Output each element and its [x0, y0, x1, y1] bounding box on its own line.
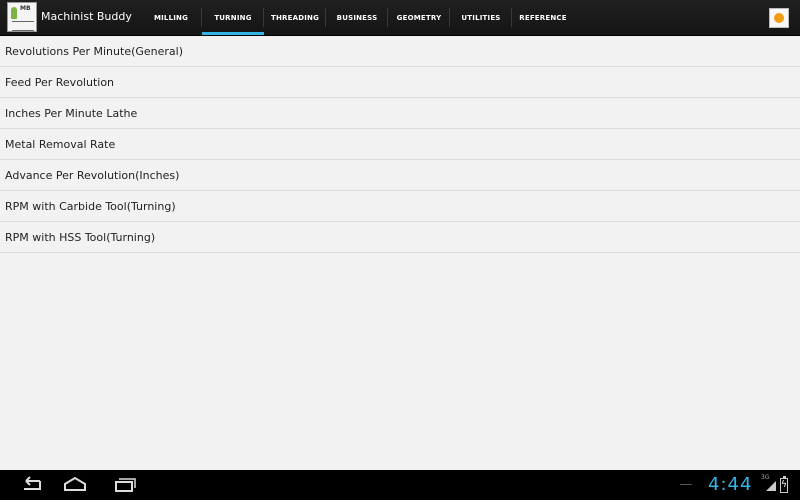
- status-divider: [680, 484, 692, 485]
- charging-bolt: ϟ: [781, 480, 787, 490]
- android-figure: [11, 7, 17, 19]
- list-item-inches-per-minute-lathe[interactable]: Inches Per Minute Lathe: [0, 98, 800, 129]
- tab-business[interactable]: BUSINESS: [326, 0, 388, 35]
- tab-threading[interactable]: THREADING: [264, 0, 326, 35]
- list-item-rpm-hss-tool[interactable]: RPM with HSS Tool(Turning): [0, 222, 800, 253]
- logo-lines: [12, 21, 34, 31]
- list-item-advance-per-revolution[interactable]: Advance Per Revolution(Inches): [0, 160, 800, 191]
- app-menu-icon-glyph: [774, 13, 784, 23]
- tab-geometry[interactable]: GEOMETRY: [388, 0, 450, 35]
- system-nav-bar: 4:44 3G ϟ: [0, 470, 800, 500]
- list-item-feed-per-revolution[interactable]: Feed Per Revolution: [0, 67, 800, 98]
- tab-label: TURNING: [214, 13, 252, 22]
- tab-milling[interactable]: MILLING: [140, 0, 202, 35]
- logo-mb-mark: MB: [20, 5, 31, 12]
- tab-label: GEOMETRY: [396, 13, 442, 22]
- recent-apps-icon[interactable]: [110, 475, 140, 495]
- tab-label: MILLING: [153, 13, 189, 22]
- signal-icon: [766, 481, 776, 491]
- list-item-rpm-general[interactable]: Revolutions Per Minute(General): [0, 36, 800, 67]
- tab-label: THREADING: [270, 13, 320, 22]
- app-title: Machinist Buddy: [41, 10, 132, 23]
- tab-label: REFERENCE: [519, 13, 567, 22]
- list-item-rpm-carbide-tool[interactable]: RPM with Carbide Tool(Turning): [0, 191, 800, 222]
- turning-calculator-list: Revolutions Per Minute(General) Feed Per…: [0, 36, 800, 253]
- machinist-buddy-logo-icon[interactable]: MB: [7, 2, 37, 32]
- list-item-metal-removal-rate[interactable]: Metal Removal Rate: [0, 129, 800, 160]
- clock: 4:44: [708, 474, 753, 495]
- tab-turning[interactable]: TURNING: [202, 0, 264, 35]
- app-menu-icon[interactable]: [769, 8, 789, 28]
- tab-label: UTILITIES: [461, 13, 501, 22]
- tab-reference[interactable]: REFERENCE: [512, 0, 574, 35]
- action-bar: MB Machinist Buddy MILLING TURNING THREA…: [0, 0, 800, 36]
- home-icon[interactable]: [60, 475, 90, 495]
- tab-bar: MILLING TURNING THREADING BUSINESS GEOME…: [140, 0, 574, 35]
- tab-utilities[interactable]: UTILITIES: [450, 0, 512, 35]
- battery-charging-icon: ϟ: [780, 476, 788, 493]
- back-icon[interactable]: [16, 475, 46, 495]
- tab-label: BUSINESS: [336, 13, 378, 22]
